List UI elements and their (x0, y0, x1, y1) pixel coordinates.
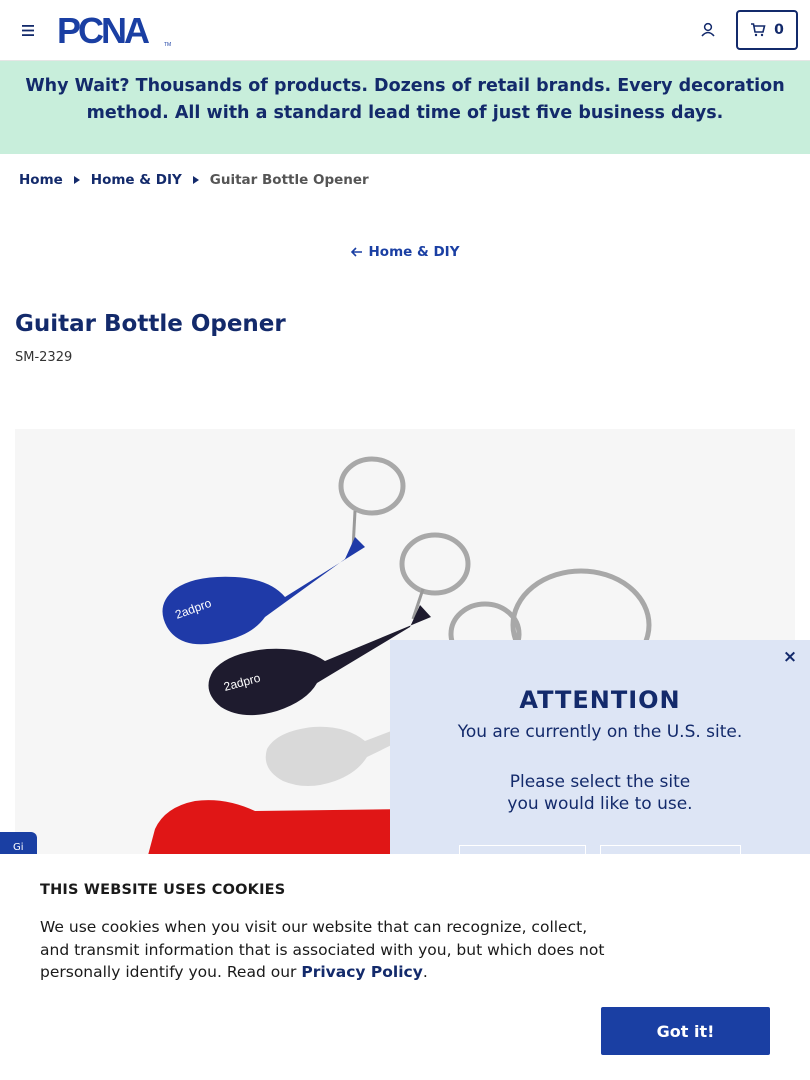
modal-prompt: Please select the site you would like to… (507, 772, 693, 814)
arrow-left-icon (350, 247, 362, 257)
cart-button[interactable]: 0 (736, 10, 798, 50)
breadcrumb-current: Guitar Bottle Opener (209, 172, 369, 188)
cookie-period: . (422, 963, 428, 981)
side-tab-label: Gi (13, 842, 24, 853)
caret-right-icon (73, 176, 80, 184)
cookie-text: We use cookies when you visit our websit… (40, 916, 620, 984)
account-button[interactable] (698, 20, 718, 40)
back-link-label: Home & DIY (368, 244, 460, 260)
breadcrumb: Home Home & DIY Guitar Bottle Opener (19, 172, 369, 188)
breadcrumb-home-diy[interactable]: Home & DIY (91, 172, 182, 188)
logo-trademark: TM (164, 42, 171, 47)
cookie-banner: THIS WEBSITE USES COOKIES We use cookies… (0, 854, 810, 1080)
back-to-category-link[interactable]: Home & DIY (0, 244, 810, 260)
modal-title: ATTENTION (519, 686, 681, 714)
promo-banner: Why Wait? Thousands of products. Dozens … (0, 61, 810, 154)
blue-guitar-opener: 2adpro (162, 537, 365, 645)
red-guitar-opener (147, 800, 415, 859)
cart-icon (751, 23, 766, 37)
site-select-modal: × ATTENTION You are currently on the U.S… (390, 640, 810, 865)
accept-cookies-button[interactable]: Got it! (601, 1007, 770, 1055)
user-icon (701, 22, 715, 37)
cart-count: 0 (774, 22, 784, 38)
modal-subtitle: You are currently on the U.S. site. (457, 722, 743, 742)
promo-lead: Why Wait? (25, 76, 130, 96)
logo-text: PCNA (57, 13, 150, 47)
cookie-title: THIS WEBSITE USES COOKIES (40, 882, 286, 898)
hamburger-icon (22, 24, 34, 36)
pcna-logo[interactable]: PCNA TM (57, 10, 177, 51)
site-header: PCNA TM 0 (0, 0, 810, 61)
product-sku: SM-2329 (15, 350, 73, 365)
menu-button[interactable] (18, 20, 38, 40)
promo-text: Thousands of products. Dozens of retail … (86, 76, 785, 123)
product-title: Guitar Bottle Opener (15, 311, 286, 337)
caret-right-icon (192, 176, 199, 184)
close-icon[interactable]: × (781, 648, 799, 666)
privacy-policy-link[interactable]: Privacy Policy (301, 963, 423, 981)
breadcrumb-home[interactable]: Home (19, 172, 63, 188)
